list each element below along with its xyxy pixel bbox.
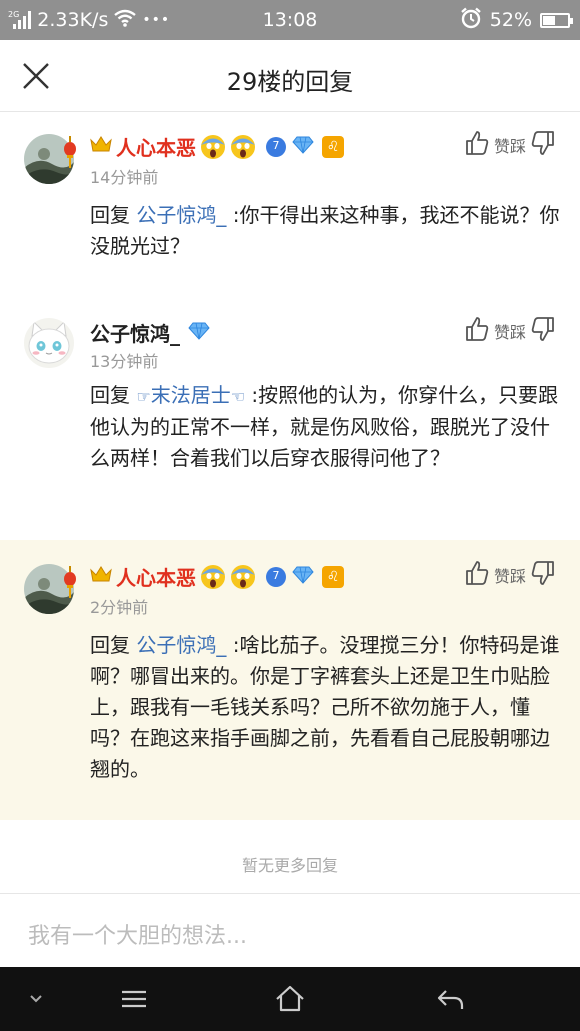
zodiac-leo-icon: ♌ [322,565,344,588]
lantern-icon [64,136,76,170]
battery-level [543,15,556,25]
scream-emoji-icon [200,134,226,160]
diamond-icon [292,136,314,158]
pointing-right-hand-icon: ☞ [136,387,151,406]
lantern-icon [64,566,76,600]
no-more-replies-label: 暂无更多回复 [241,856,338,875]
username[interactable]: 人心本恶 [116,562,196,591]
username-row: 公子惊鸿_ [90,318,210,347]
scream-emoji-icon [200,564,226,590]
thumb-down-icon[interactable] [530,316,556,346]
status-right: 52% [460,0,573,40]
screen: 2G 2.33K/s ••• 13:08 52% 29楼的回复 人心本恶 7 ♌… [0,0,580,1031]
diamond-icon [188,322,210,344]
comment-2: 公子惊鸿_ 13分钟前 赞踩 回复 ☞末法居士☜ :按照他的认为，你穿什么，只要… [0,292,580,540]
nav-back-button[interactable] [434,983,466,1015]
mention-link[interactable]: 公子惊鸿_ [136,633,226,657]
reply-prefix: 回复 [90,633,130,657]
vote-label: 赞踩 [493,137,526,156]
mention-link[interactable]: 末法居士 [151,383,231,407]
thumb-up-icon[interactable] [464,130,490,160]
back-arrow-icon [437,990,464,1009]
nav-hide-button[interactable] [20,983,52,1015]
mention-link[interactable]: 公子惊鸿_ [136,203,226,227]
vote-label: 赞踩 [493,567,526,586]
menu-icon [122,990,146,1008]
battery-icon [540,12,573,28]
vote-control: 赞踩 [464,316,556,346]
thumb-down-icon[interactable] [530,130,556,160]
scream-emoji-icon [230,564,256,590]
nav-home-button[interactable] [274,983,306,1015]
alarm-icon [460,7,482,34]
reply-prefix: 回复 [90,383,130,407]
comment-time: 14分钟前 [90,168,159,187]
battery-percent: 52% [489,9,532,31]
username[interactable]: 公子惊鸿_ [90,318,180,347]
comment-body: 回复 ☞末法居士☜ :按照他的认为，你穿什么，只要跟他认为的正常不一样，就是伤风… [90,380,560,474]
diamond-icon [292,566,314,588]
reply-input-placeholder[interactable]: 我有一个大胆的想法... [28,918,247,950]
vote-control: 赞踩 [464,130,556,160]
level-number: 7 [272,138,280,152]
username[interactable]: 人心本恶 [116,132,196,161]
thumb-down-icon[interactable] [530,560,556,590]
scream-emoji-icon [230,134,256,160]
comment-time: 2分钟前 [90,598,149,617]
status-bar: 2G 2.33K/s ••• 13:08 52% [0,0,580,40]
crown-icon [90,566,112,587]
level-badge: 7 [264,565,288,589]
thumb-up-icon[interactable] [464,560,490,590]
crown-icon [90,136,112,157]
username-row: 人心本恶 7 ♌ [90,562,344,591]
pointing-left-hand-icon: ☜ [230,387,246,406]
comment-body: 回复 公子惊鸿_ :啥比茄子。没理搅三分！你特码是谁啊？哪冒出来的。你是丁字裤套… [90,630,560,785]
level-number: 7 [272,568,280,582]
system-nav-bar [0,967,580,1031]
reply-input-bar[interactable]: 我有一个大胆的想法... [0,893,580,967]
avatar[interactable] [24,318,74,368]
reply-prefix: 回复 [90,203,130,227]
comment-3: 人心本恶 7 ♌ 2分钟前 赞踩 回复 公子惊鸿_ :啥比茄子。没理搅三分！你特… [0,540,580,820]
home-icon [276,985,304,1012]
vote-label: 赞踩 [493,323,526,342]
page-title: 29楼的回复 [226,68,354,96]
header: 29楼的回复 [0,40,580,112]
comment-body: 回复 公子惊鸿_ :你干得出来这种事，我还不能说？你没脱光过？ [90,200,560,262]
username-row: 人心本恶 7 ♌ [90,132,344,161]
nav-menu-button[interactable] [118,983,150,1015]
level-badge: 7 [264,135,288,159]
thumb-up-icon[interactable] [464,316,490,346]
chevron-down-icon [30,995,42,1003]
zodiac-leo-icon: ♌ [322,135,344,158]
comment-1: 人心本恶 7 ♌ 14分钟前 赞踩 回复 公子惊鸿_ :你干得出来这种事，我还不… [0,112,580,292]
vote-control: 赞踩 [464,560,556,590]
comment-time: 13分钟前 [90,352,159,371]
